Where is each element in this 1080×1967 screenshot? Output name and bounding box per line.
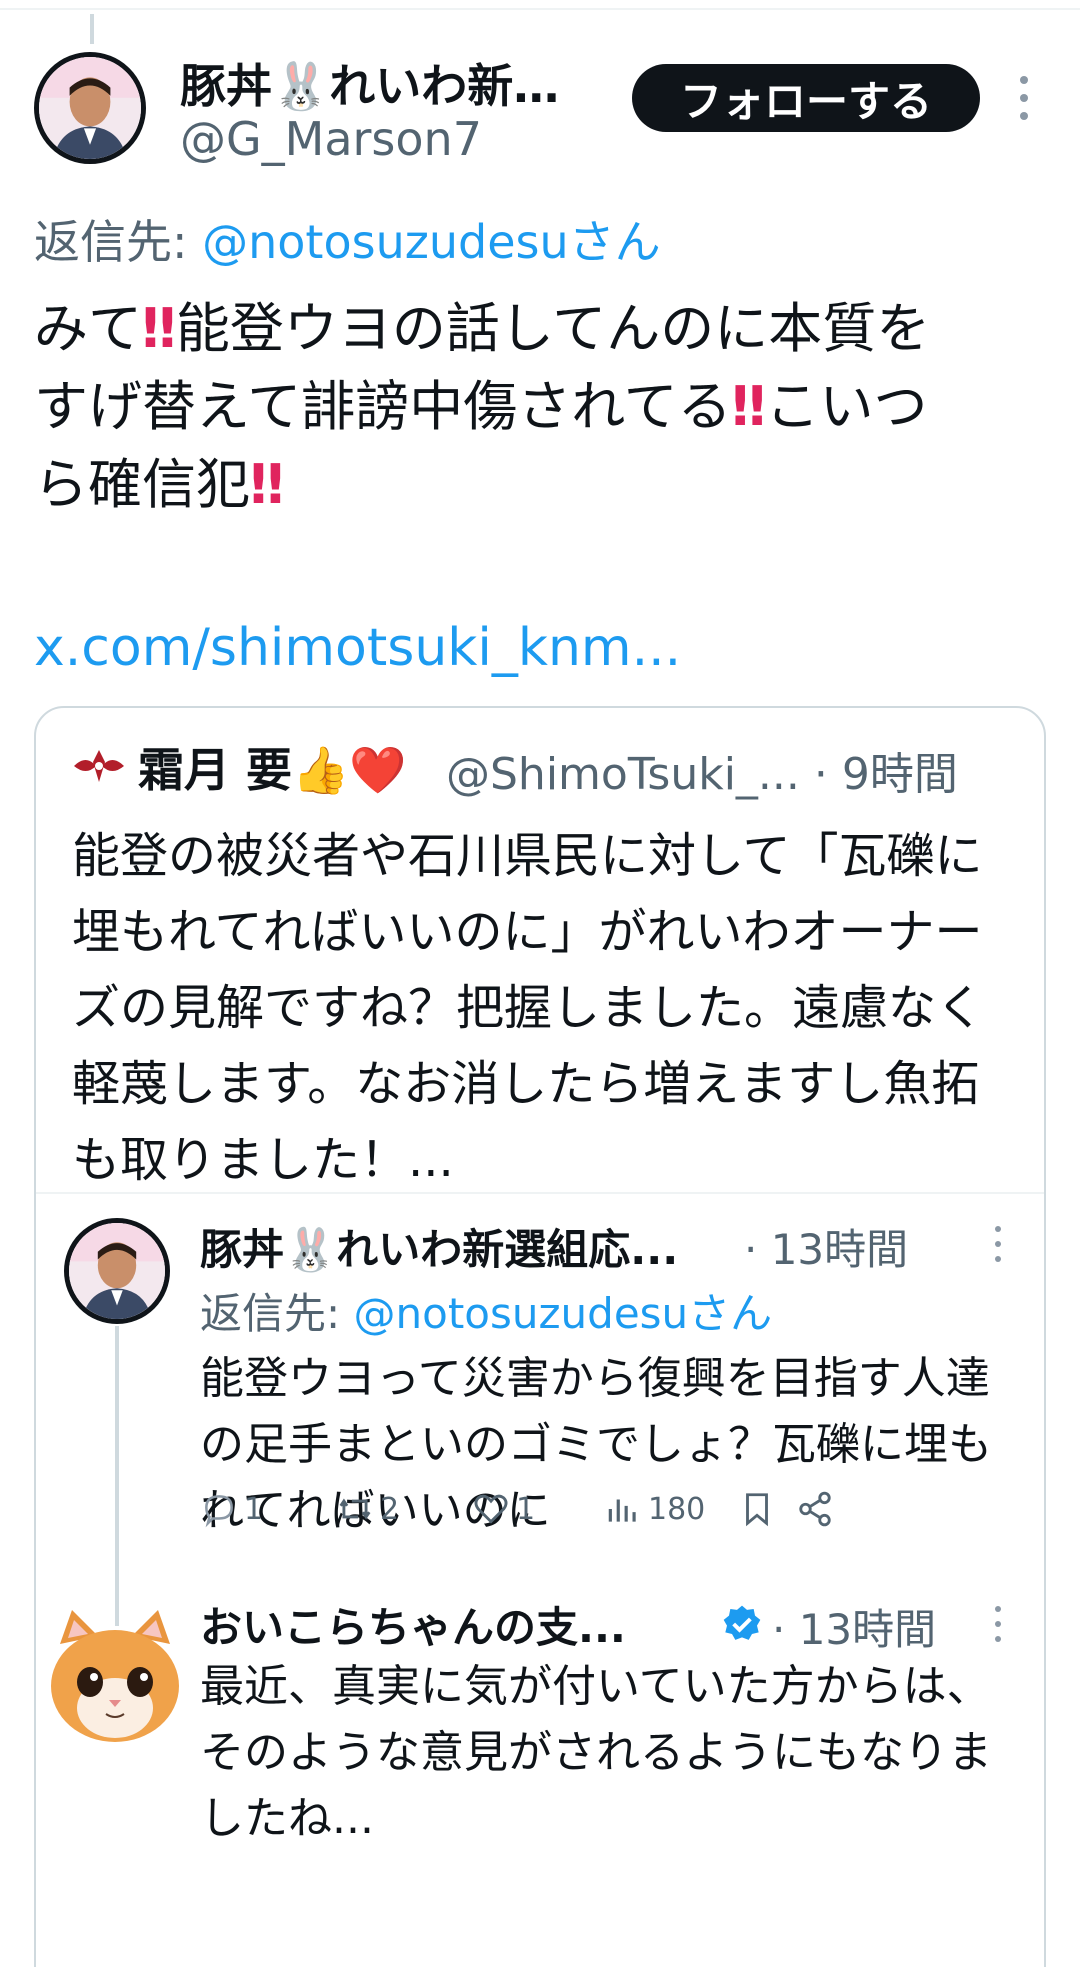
double-exclamation-emoji: ‼	[731, 375, 766, 438]
comment-text: 最近、真実に気が付いていた方からは、そのような意見がされるようにもなりましたね.…	[200, 1661, 992, 1844]
repost-button[interactable]: 2	[336, 1484, 399, 1534]
share-icon	[799, 1491, 831, 1527]
thread-line	[90, 14, 94, 44]
author-display-name[interactable]: 豚丼🐰れいわ新…	[180, 50, 559, 116]
bookmark-button[interactable]	[738, 1484, 776, 1534]
quote-text: 能登の被災者や石川県民に対して「瓦礫に埋もれてればいいのに」がれいわオーナーズの…	[72, 828, 985, 1188]
reply-to-mention[interactable]: @notosuzudesuさん	[202, 215, 661, 269]
reply-thread-line	[115, 1326, 119, 1626]
tweet-text-part: こいつ	[765, 375, 928, 438]
tweet-link[interactable]: x.com/shimotsuki_knm...	[34, 618, 681, 678]
tweet-text-part: すげ替えて誹謗中傷されてる	[34, 375, 732, 438]
tweet-text-part: 能登ウヨの話してんのに本質を	[175, 297, 931, 360]
embedded-thread: 豚丼🐰れいわ新選組応... · 13時間 返信先: @notosuzudesuさ…	[36, 1192, 1044, 1967]
comment-time: · 13時間	[772, 1605, 937, 1654]
reply-reply-mention[interactable]: @notosuzudesuさん	[354, 1289, 773, 1338]
quote-author-name[interactable]: 霜月 要👍❤️	[138, 734, 407, 800]
reply-to-line: 返信先: @notosuzudesuさん	[34, 206, 661, 272]
reply-author-avatar[interactable]	[64, 1218, 170, 1324]
views-button[interactable]: 180	[604, 1484, 705, 1534]
like-count: 1	[516, 1491, 536, 1527]
double-exclamation-emoji: ‼	[250, 453, 284, 516]
reply-more-icon[interactable]	[988, 1226, 1008, 1262]
comment-author-name[interactable]: おいこらちゃんの支...	[200, 1594, 626, 1655]
tweet-text-part: みて	[34, 297, 142, 360]
reply-icon	[205, 1495, 233, 1528]
repost-count: 2	[380, 1491, 400, 1527]
reply-author-name[interactable]: 豚丼🐰れいわ新選組応...	[200, 1216, 678, 1277]
author-avatar[interactable]	[34, 52, 146, 164]
author-avatar-image	[39, 57, 141, 159]
emblem-icon	[74, 750, 124, 782]
quoted-tweet-card[interactable]: 霜月 要👍❤️ @ShimoTsuki_... · 9時間 能登の被災者や石川県…	[34, 706, 1046, 1967]
reply-to-prefix: 返信先:	[34, 215, 203, 269]
reply-time: · 13時間	[744, 1225, 909, 1274]
reply-reply-to-line: 返信先: @notosuzudesuさん	[200, 1280, 772, 1341]
verified-icon	[723, 1605, 761, 1640]
views-count: 180	[648, 1491, 706, 1527]
views-icon	[608, 1499, 636, 1522]
top-divider	[0, 8, 1080, 10]
repost-icon	[339, 1498, 371, 1520]
reply-count: 1	[244, 1491, 264, 1527]
tweet-text: みて‼能登ウヨの話してんのに本質を すげ替えて誹謗中傷されてる‼こいつ ら確信犯…	[34, 290, 1044, 524]
quote-handle-time: @ShimoTsuki_... · 9時間	[446, 749, 958, 800]
reply-button[interactable]: 1	[200, 1484, 263, 1534]
comment-more-icon[interactable]	[988, 1606, 1008, 1642]
more-options-icon[interactable]	[1012, 76, 1036, 120]
share-button[interactable]	[796, 1484, 834, 1534]
author-handle[interactable]: @G_Marson7	[180, 112, 482, 166]
tweet-text-part: ら確信犯	[34, 453, 250, 516]
double-exclamation-emoji: ‼	[142, 297, 176, 360]
reply-author-avatar-image	[69, 1223, 165, 1319]
reply-reply-prefix: 返信先:	[200, 1289, 354, 1338]
cat-avatar[interactable]	[42, 1604, 188, 1750]
like-icon	[474, 1494, 508, 1524]
follow-button[interactable]: フォローする	[632, 64, 980, 132]
bookmark-icon	[746, 1493, 768, 1527]
like-button[interactable]: 1	[472, 1484, 535, 1534]
reply-action-bar: 1 2 1 180	[200, 1484, 1030, 1534]
